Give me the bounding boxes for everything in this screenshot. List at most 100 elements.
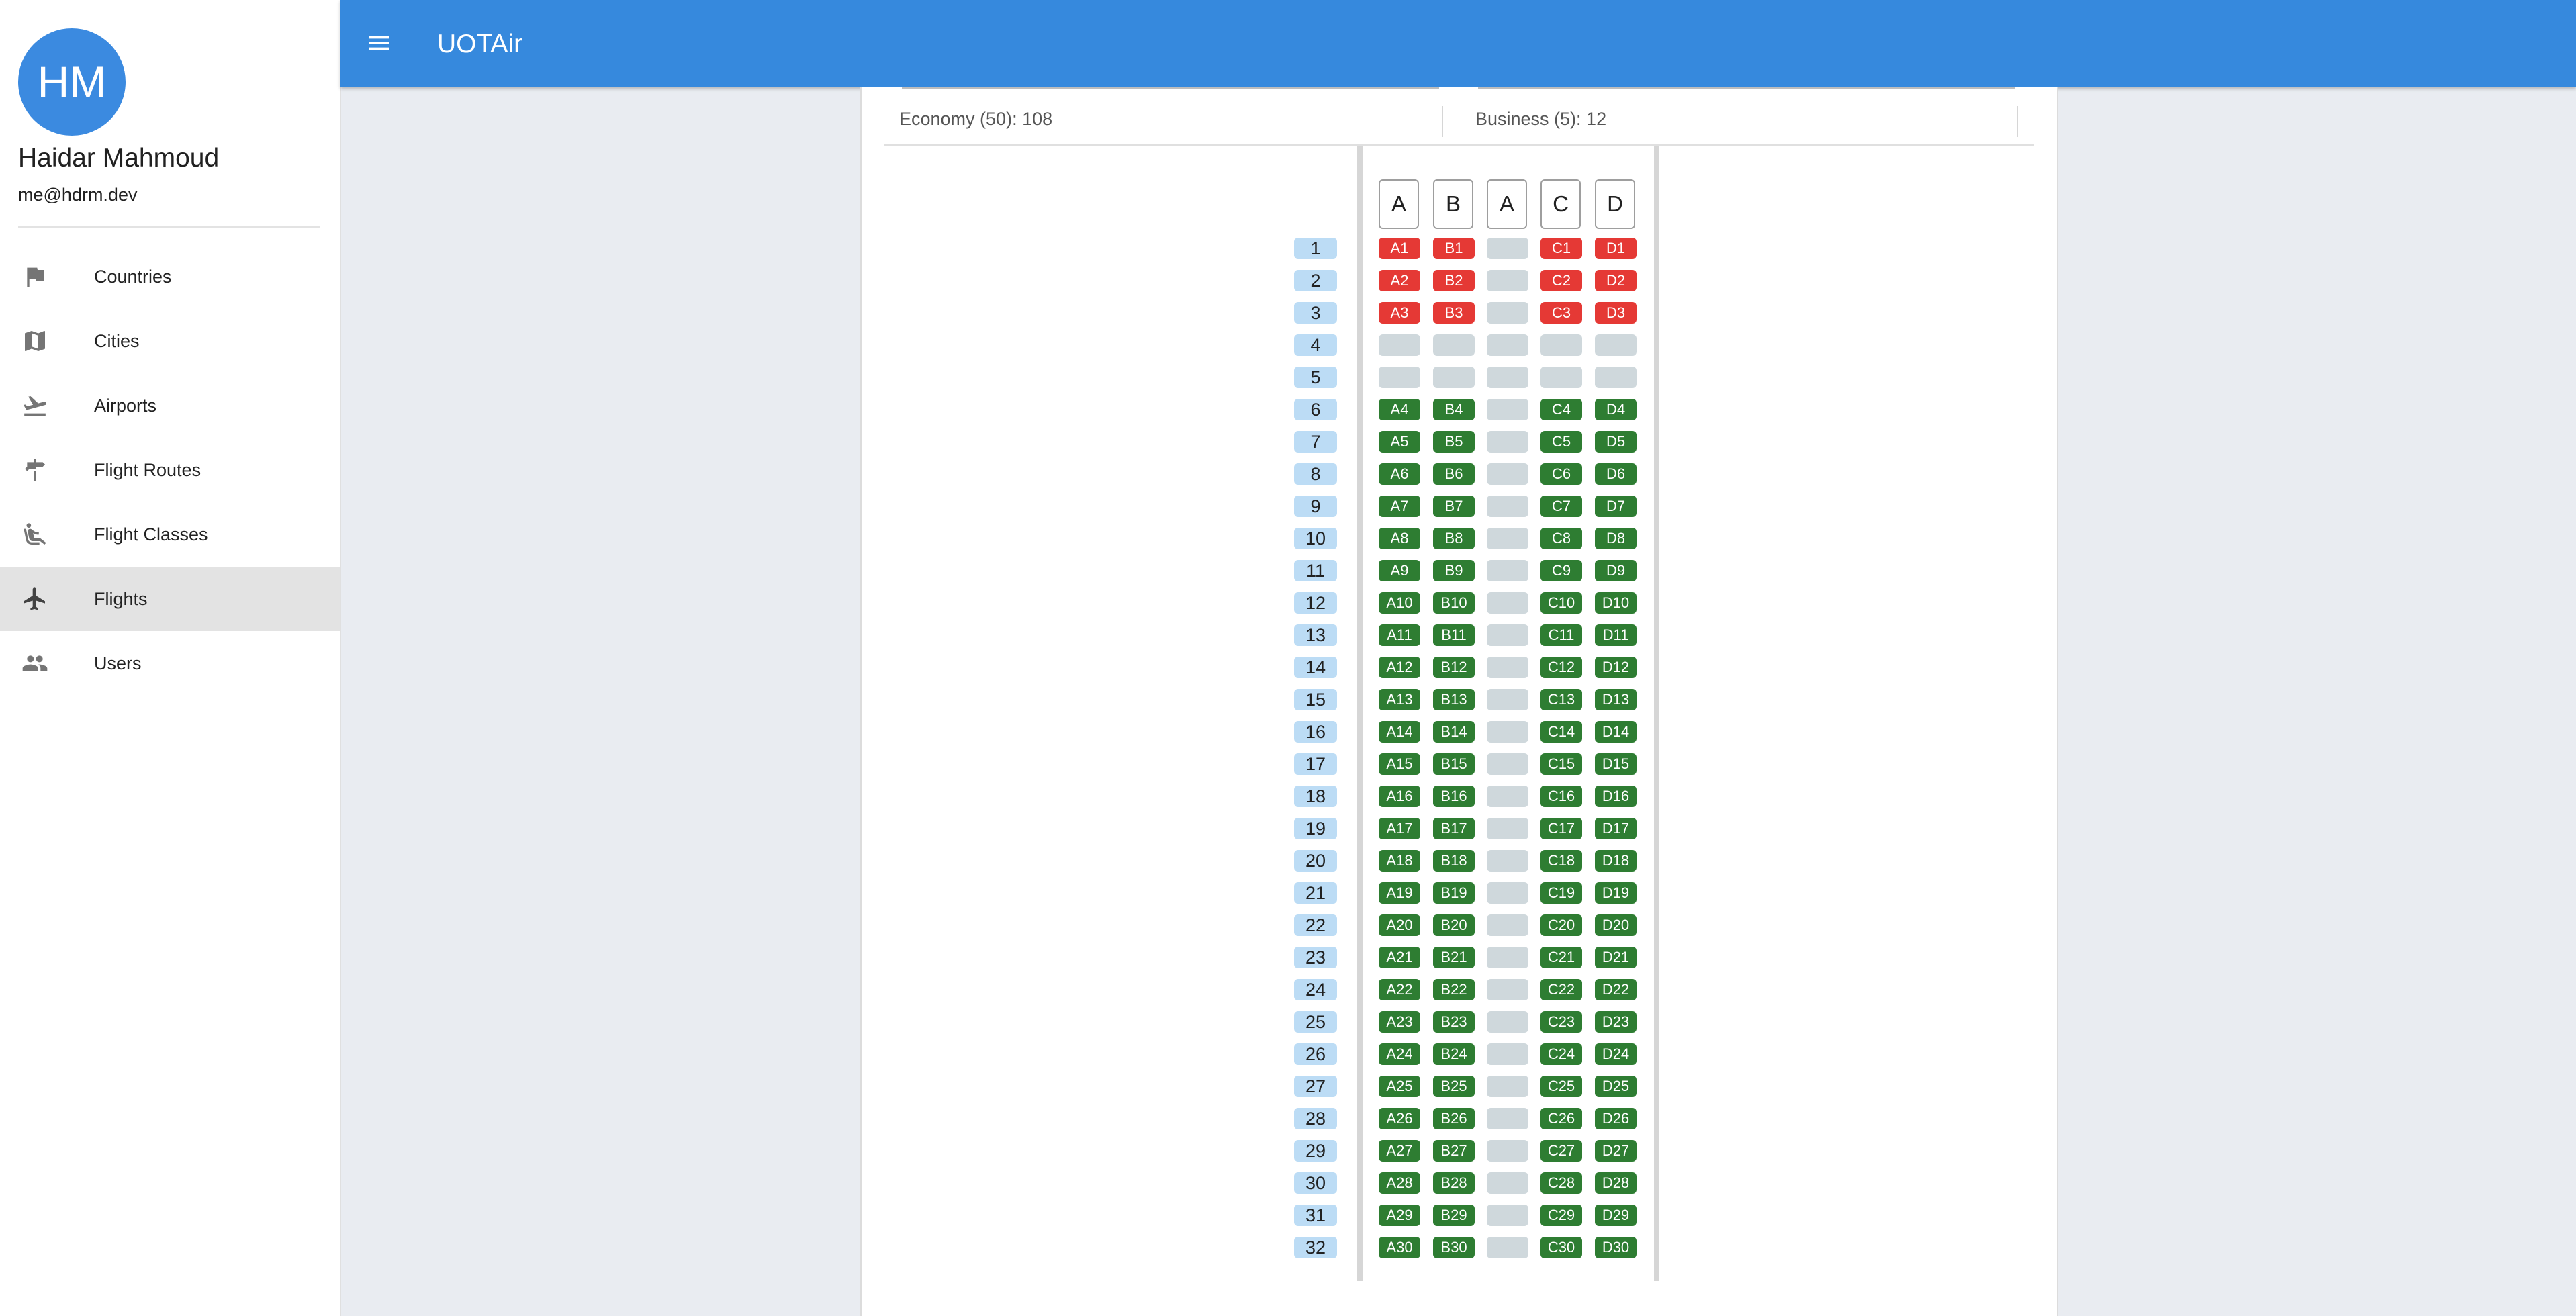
available-seat[interactable]: B20 — [1433, 914, 1475, 936]
available-seat[interactable]: B10 — [1433, 592, 1475, 614]
available-seat[interactable]: C5 — [1540, 431, 1582, 453]
available-seat[interactable]: C26 — [1540, 1108, 1582, 1129]
available-seat[interactable]: B13 — [1433, 689, 1475, 710]
available-seat[interactable]: C28 — [1540, 1172, 1582, 1194]
available-seat[interactable]: B21 — [1433, 947, 1475, 968]
taken-seat[interactable]: D2 — [1595, 270, 1637, 291]
sidebar-item-users[interactable]: Users — [0, 631, 340, 696]
sidebar-item-airports[interactable]: Airports — [0, 373, 340, 438]
sidebar-item-flight-routes[interactable]: Flight Routes — [0, 438, 340, 502]
available-seat[interactable]: A15 — [1379, 753, 1420, 775]
available-seat[interactable]: C8 — [1540, 528, 1582, 549]
available-seat[interactable]: B14 — [1433, 721, 1475, 743]
available-seat[interactable]: B24 — [1433, 1043, 1475, 1065]
available-seat[interactable]: A8 — [1379, 528, 1420, 549]
taken-seat[interactable]: D3 — [1595, 302, 1637, 324]
available-seat[interactable]: D20 — [1595, 914, 1637, 936]
available-seat[interactable]: C4 — [1540, 399, 1582, 420]
available-seat[interactable]: C17 — [1540, 818, 1582, 839]
available-seat[interactable]: B22 — [1433, 979, 1475, 1000]
taken-seat[interactable]: A2 — [1379, 270, 1420, 291]
available-seat[interactable]: B18 — [1433, 850, 1475, 872]
available-seat[interactable]: B7 — [1433, 496, 1475, 517]
available-seat[interactable]: C14 — [1540, 721, 1582, 743]
available-seat[interactable]: D16 — [1595, 786, 1637, 807]
available-seat[interactable]: D25 — [1595, 1076, 1637, 1097]
available-seat[interactable]: C24 — [1540, 1043, 1582, 1065]
available-seat[interactable]: D4 — [1595, 399, 1637, 420]
taken-seat[interactable]: A3 — [1379, 302, 1420, 324]
sidebar-item-flights[interactable]: Flights — [0, 567, 340, 631]
taken-seat[interactable]: B2 — [1433, 270, 1475, 291]
taken-seat[interactable]: B1 — [1433, 238, 1475, 259]
available-seat[interactable]: A25 — [1379, 1076, 1420, 1097]
available-seat[interactable]: A4 — [1379, 399, 1420, 420]
available-seat[interactable]: B17 — [1433, 818, 1475, 839]
available-seat[interactable]: C30 — [1540, 1237, 1582, 1258]
available-seat[interactable]: B8 — [1433, 528, 1475, 549]
available-seat[interactable]: D27 — [1595, 1140, 1637, 1162]
available-seat[interactable]: B19 — [1433, 882, 1475, 904]
available-seat[interactable]: C15 — [1540, 753, 1582, 775]
available-seat[interactable]: D5 — [1595, 431, 1637, 453]
available-seat[interactable]: A18 — [1379, 850, 1420, 872]
sidebar-item-countries[interactable]: Countries — [0, 244, 340, 309]
available-seat[interactable]: C25 — [1540, 1076, 1582, 1097]
available-seat[interactable]: C22 — [1540, 979, 1582, 1000]
taken-seat[interactable]: C1 — [1540, 238, 1582, 259]
taken-seat[interactable]: C3 — [1540, 302, 1582, 324]
available-seat[interactable]: D11 — [1595, 624, 1637, 646]
available-seat[interactable]: A20 — [1379, 914, 1420, 936]
available-seat[interactable]: B6 — [1433, 463, 1475, 485]
available-seat[interactable]: D29 — [1595, 1205, 1637, 1226]
available-seat[interactable]: A10 — [1379, 592, 1420, 614]
available-seat[interactable]: A30 — [1379, 1237, 1420, 1258]
taken-seat[interactable]: B3 — [1433, 302, 1475, 324]
available-seat[interactable]: B9 — [1433, 560, 1475, 581]
available-seat[interactable]: B15 — [1433, 753, 1475, 775]
taken-seat[interactable]: A1 — [1379, 238, 1420, 259]
available-seat[interactable]: D9 — [1595, 560, 1637, 581]
available-seat[interactable]: C10 — [1540, 592, 1582, 614]
available-seat[interactable]: D7 — [1595, 496, 1637, 517]
available-seat[interactable]: A26 — [1379, 1108, 1420, 1129]
available-seat[interactable]: A11 — [1379, 624, 1420, 646]
available-seat[interactable]: D21 — [1595, 947, 1637, 968]
available-seat[interactable]: A29 — [1379, 1205, 1420, 1226]
sidebar-item-flight-classes[interactable]: Flight Classes — [0, 502, 340, 567]
available-seat[interactable]: A17 — [1379, 818, 1420, 839]
available-seat[interactable]: C29 — [1540, 1205, 1582, 1226]
available-seat[interactable]: C18 — [1540, 850, 1582, 872]
available-seat[interactable]: A14 — [1379, 721, 1420, 743]
available-seat[interactable]: A19 — [1379, 882, 1420, 904]
available-seat[interactable]: B28 — [1433, 1172, 1475, 1194]
available-seat[interactable]: C9 — [1540, 560, 1582, 581]
available-seat[interactable]: A21 — [1379, 947, 1420, 968]
available-seat[interactable]: B27 — [1433, 1140, 1475, 1162]
available-seat[interactable]: B16 — [1433, 786, 1475, 807]
available-seat[interactable]: A9 — [1379, 560, 1420, 581]
available-seat[interactable]: B5 — [1433, 431, 1475, 453]
available-seat[interactable]: C13 — [1540, 689, 1582, 710]
available-seat[interactable]: A24 — [1379, 1043, 1420, 1065]
available-seat[interactable]: A16 — [1379, 786, 1420, 807]
available-seat[interactable]: A22 — [1379, 979, 1420, 1000]
available-seat[interactable]: A7 — [1379, 496, 1420, 517]
available-seat[interactable]: D8 — [1595, 528, 1637, 549]
available-seat[interactable]: A28 — [1379, 1172, 1420, 1194]
menu-icon[interactable] — [366, 30, 393, 56]
available-seat[interactable]: C16 — [1540, 786, 1582, 807]
available-seat[interactable]: D19 — [1595, 882, 1637, 904]
available-seat[interactable]: D30 — [1595, 1237, 1637, 1258]
available-seat[interactable]: D12 — [1595, 657, 1637, 678]
available-seat[interactable]: A6 — [1379, 463, 1420, 485]
taken-seat[interactable]: D1 — [1595, 238, 1637, 259]
available-seat[interactable]: B25 — [1433, 1076, 1475, 1097]
available-seat[interactable]: A13 — [1379, 689, 1420, 710]
available-seat[interactable]: D15 — [1595, 753, 1637, 775]
available-seat[interactable]: B12 — [1433, 657, 1475, 678]
available-seat[interactable]: C6 — [1540, 463, 1582, 485]
available-seat[interactable]: A23 — [1379, 1011, 1420, 1033]
available-seat[interactable]: D22 — [1595, 979, 1637, 1000]
available-seat[interactable]: D17 — [1595, 818, 1637, 839]
